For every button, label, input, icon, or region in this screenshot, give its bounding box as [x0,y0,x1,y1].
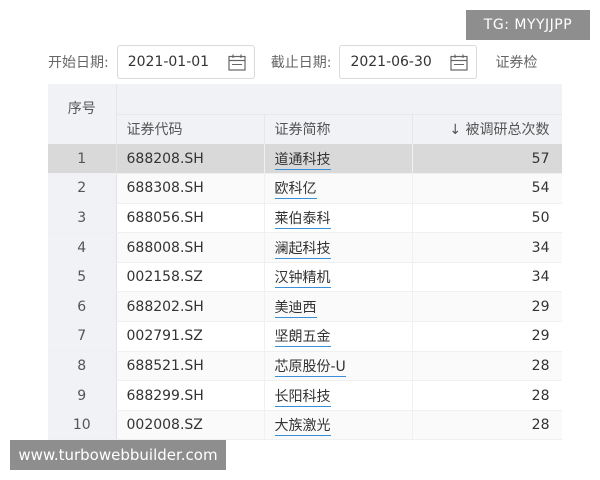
column-header-survey-count[interactable]: ↓ 被调研总次数 [412,113,562,144]
table-row[interactable]: 10 002008.SZ 大族激光 28 [48,410,562,440]
security-name-cell: 长阳科技 [264,380,413,411]
date-filter-bar: 开始日期: 2021-01-01 截止日期: 2021-06-30 证券检 [48,44,568,80]
security-name-link[interactable]: 澜起科技 [274,240,331,259]
security-name-cell: 澜起科技 [264,232,413,263]
security-name-link[interactable]: 长阳科技 [274,388,331,407]
security-code-cell: 002791.SZ [116,321,265,352]
row-index-cell: 4 [48,232,117,263]
column-header-index: 序号 [48,84,117,144]
security-code-cell: 002008.SZ [116,410,265,440]
row-index-cell: 5 [48,262,117,293]
security-name-link[interactable]: 汉钟精机 [274,270,331,289]
row-index-cell: 8 [48,351,117,382]
security-name-link[interactable]: 坚朗五金 [274,329,331,348]
security-code-cell: 688056.SH [116,203,265,234]
security-name-link[interactable]: 莱伯泰科 [274,210,331,229]
security-code-cell: 688299.SH [116,380,265,411]
tg-watermark-badge: TG: MYYJJPP [466,10,590,40]
end-date-value: 2021-06-30 [350,54,432,70]
security-name-cell: 莱伯泰科 [264,203,413,234]
end-date-input[interactable]: 2021-06-30 [339,45,478,79]
security-name-link[interactable]: 芯原股份-U [274,358,346,377]
table-body: 1 688208.SH 道通科技 57 2 688308.SH 欧科亿 54 3 688056.S… [48,144,562,440]
security-name-link[interactable]: 欧科亿 [274,181,317,200]
security-code-cell: 002158.SZ [116,262,265,293]
table-row[interactable]: 9 688299.SH 长阳科技 28 [48,380,562,411]
row-index-cell: 9 [48,380,117,411]
calendar-icon[interactable] [450,54,469,71]
table-row[interactable]: 3 688056.SH 莱伯泰科 50 [48,203,562,234]
security-name-cell: 大族激光 [264,410,413,440]
table-row[interactable]: 7 002791.SZ 坚朗五金 29 [48,321,562,352]
security-code-cell: 688208.SH [116,144,265,175]
row-index-cell: 2 [48,173,117,204]
column-header-name[interactable]: 证券简称 [264,113,413,144]
row-index-cell: 7 [48,321,117,352]
table-row[interactable]: 4 688008.SH 澜起科技 34 [48,232,562,263]
security-name-cell: 美迪西 [264,291,413,323]
table-row[interactable]: 5 002158.SZ 汉钟精机 34 [48,262,562,293]
survey-count-cell: 29 [412,321,562,352]
table-row[interactable]: 2 688308.SH 欧科亿 54 [48,173,562,204]
survey-count-cell: 29 [412,291,562,323]
security-code-cell: 688308.SH [116,173,265,204]
row-index-cell: 1 [48,144,117,175]
security-code-cell: 688521.SH [116,351,265,382]
security-name-cell: 坚朗五金 [264,321,413,352]
start-date-value: 2021-01-01 [127,54,210,70]
security-name-cell: 芯原股份-U [264,351,413,382]
survey-count-cell: 50 [412,203,562,234]
security-name-link[interactable]: 美迪西 [274,299,317,318]
table-row[interactable]: 6 688202.SH 美迪西 29 [48,291,562,323]
security-code-cell: 688202.SH [116,291,265,323]
survey-count-cell: 28 [412,410,562,440]
row-index-cell: 10 [48,410,117,440]
security-code-cell: 688008.SH [116,232,265,263]
survey-count-cell: 34 [412,232,562,263]
security-name-link[interactable]: 大族激光 [274,418,331,437]
survey-count-cell: 28 [412,380,562,411]
survey-count-cell: 34 [412,262,562,293]
end-date-label: 截止日期: [270,55,332,71]
row-index-cell: 6 [48,291,117,323]
header-group-band [116,84,562,114]
security-name-cell: 欧科亿 [264,173,413,204]
survey-ranking-table: 序号 证券代码 证券简称 ↓ 被调研总次数 1 688208.SH 道通科技 57 2 6… [48,84,562,440]
security-search-label: 证券检 [495,55,538,71]
security-name-cell: 汉钟精机 [264,262,413,293]
calendar-icon[interactable] [228,54,246,71]
table-row[interactable]: 8 688521.SH 芯原股份-U 28 [48,351,562,382]
security-name-link[interactable]: 道通科技 [274,151,331,170]
table-row[interactable]: 1 688208.SH 道通科技 57 [48,144,562,175]
column-header-code[interactable]: 证券代码 [116,113,265,144]
row-index-cell: 3 [48,203,117,234]
security-name-cell: 道通科技 [264,144,413,175]
survey-count-cell: 57 [412,144,562,175]
survey-count-cell: 54 [412,173,562,204]
start-date-input[interactable]: 2021-01-01 [116,45,255,79]
site-watermark: www.turbowebbuilder.com [10,440,226,470]
survey-count-cell: 28 [412,351,562,382]
start-date-label: 开始日期: [48,55,109,71]
